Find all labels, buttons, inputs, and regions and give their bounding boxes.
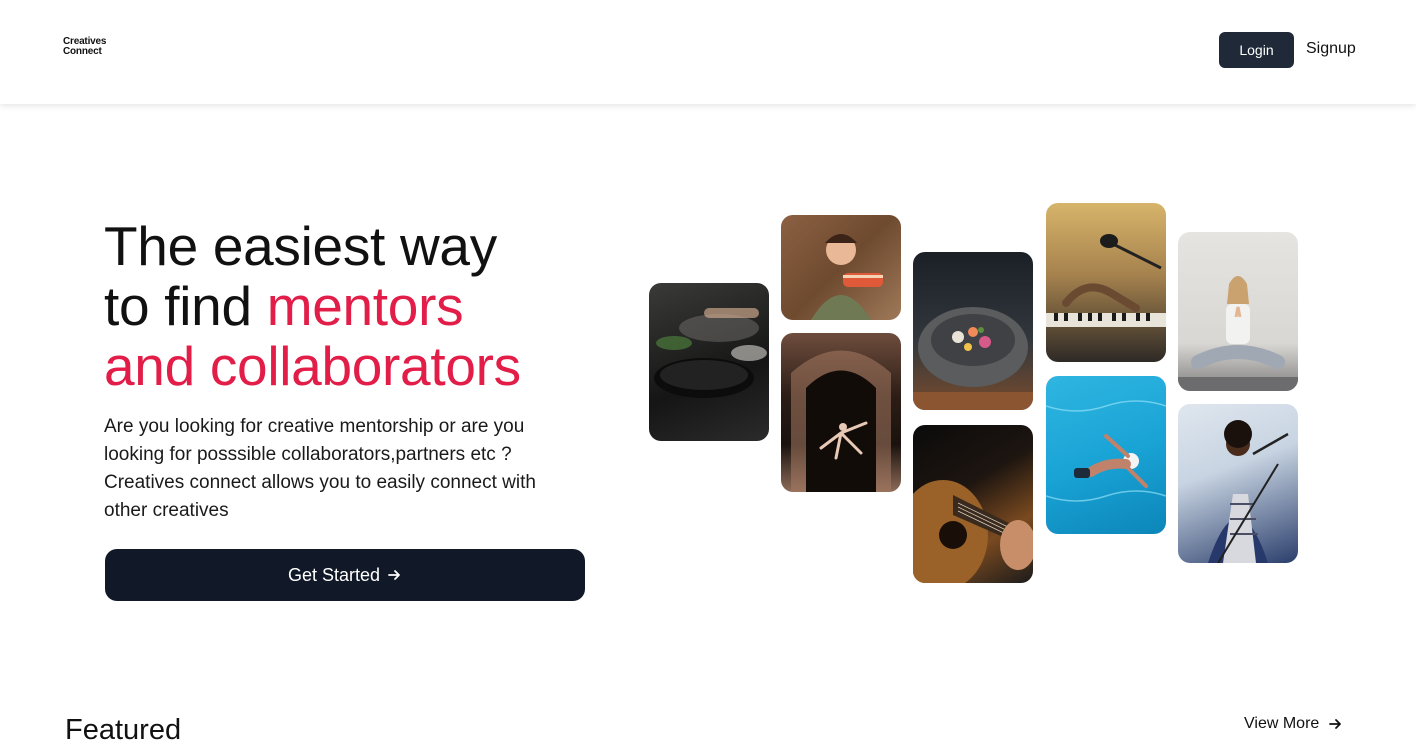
dancer-photo [781,333,901,492]
view-more-link[interactable]: View More [1244,715,1343,733]
swimmer-photo [1046,376,1166,534]
cooking-photo [649,283,769,441]
hero-title-accent-collaborators: and collaborators [104,335,521,397]
hero-title: The easiest way to find mentors and coll… [104,216,624,396]
hero-description: Are you looking for creative mentorship … [104,416,536,521]
hero-title-line-2-prefix: to find [104,275,267,337]
logo-line-2: Connect [63,46,102,57]
creatives-connect-logo[interactable]: Creatives Connect [63,37,123,65]
top-navbar: Creatives Connect Login Signup [0,0,1416,104]
hero-title-accent-mentors: mentors [266,275,464,337]
featured-heading: Featured [65,714,182,746]
arrow-right-icon [1329,719,1342,729]
get-started-label: Get Started [287,564,381,585]
baker-photo [781,215,901,320]
get-started-button[interactable]: Get Started [105,549,585,601]
view-more-label: View More [1244,715,1320,732]
food-bowl-photo [913,252,1033,410]
guitar-photo [913,425,1033,583]
yoga-photo [1178,232,1298,391]
hero-title-line-1: The easiest way [104,215,497,277]
signup-link[interactable]: Signup [1306,40,1356,58]
singer-photo [1178,404,1298,563]
piano-photo [1046,203,1166,362]
arrow-right-icon [388,570,400,580]
login-button[interactable]: Login [1219,32,1294,68]
